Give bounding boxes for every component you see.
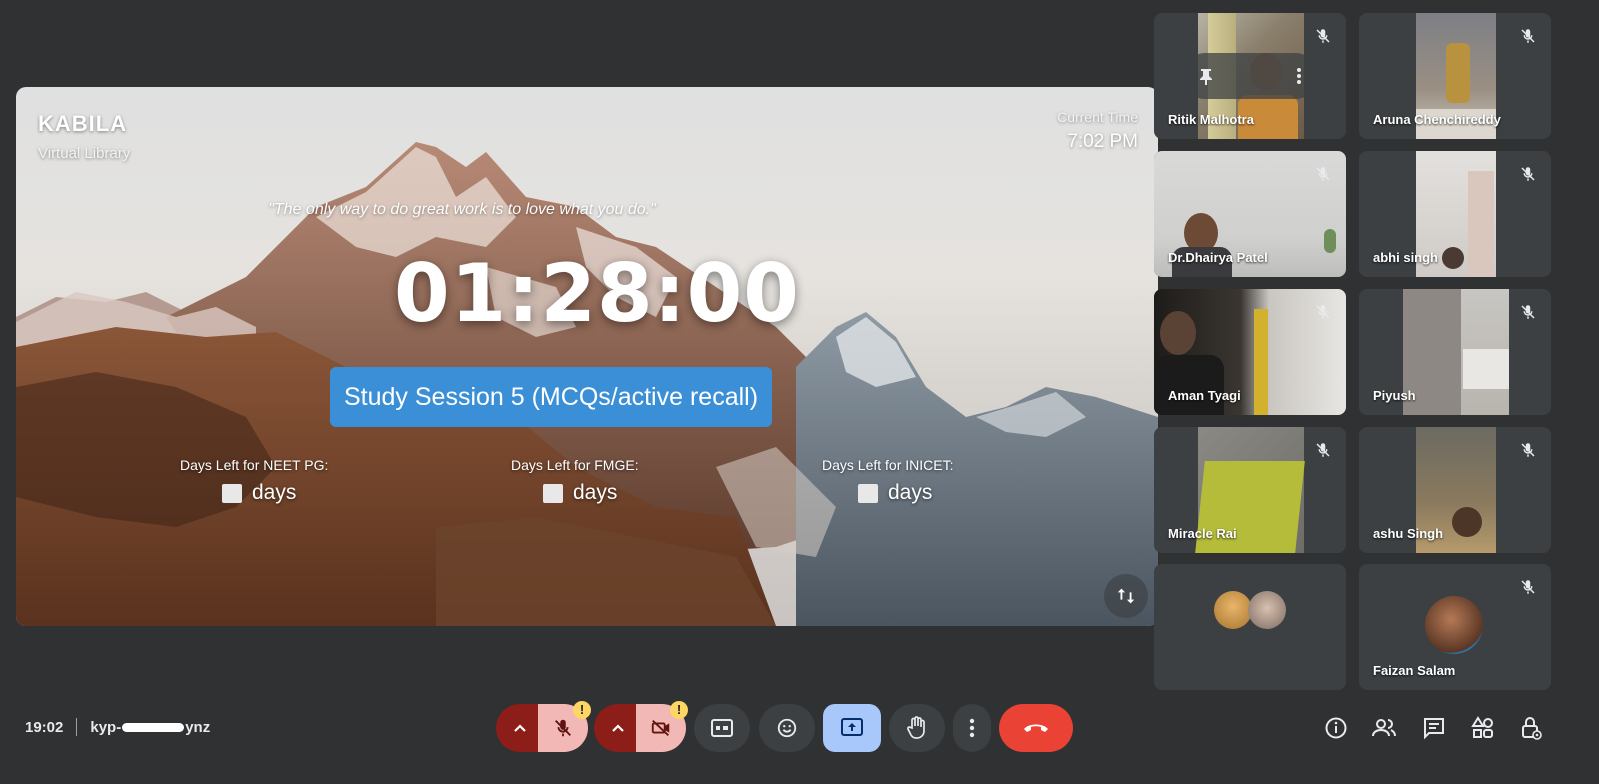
more-vert-icon[interactable] (1296, 67, 1302, 85)
participant-tile-ashu[interactable]: ashu Singh (1359, 427, 1551, 553)
brand-subtitle: Virtual Library (38, 145, 131, 162)
redaction-scribble (122, 723, 185, 733)
participant-tile-piyush[interactable]: Piyush (1359, 289, 1551, 415)
mic-off-icon (1316, 305, 1330, 319)
participant-tile-dhairya[interactable]: Dr.Dhairya Patel (1154, 151, 1346, 277)
days-value-placeholder (222, 483, 242, 503)
mic-off-icon (1316, 443, 1330, 457)
participant-name: abhi singh (1373, 250, 1438, 265)
participant-tile-others[interactable] (1154, 564, 1346, 690)
participant-name: Dr.Dhairya Patel (1168, 250, 1268, 265)
brand-name: KABILA (38, 111, 128, 136)
days-unit: days (252, 481, 297, 504)
participant-name: ashu Singh (1373, 526, 1444, 541)
local-time: 19:02 (25, 718, 64, 736)
avatar (1248, 591, 1286, 629)
mountain-background (16, 142, 1158, 626)
mic-off-icon (1316, 167, 1330, 181)
swap-layout-button[interactable] (1104, 574, 1148, 618)
current-time-label: Current Time (1057, 109, 1138, 125)
raise-hand-icon (907, 716, 925, 739)
mic-off-icon (1521, 29, 1535, 43)
participant-tile-ritik[interactable]: Ritik Malhotra (1154, 13, 1346, 139)
days-value-placeholder (543, 483, 563, 503)
mic-off-icon (1521, 167, 1535, 181)
activities-icon (1471, 716, 1493, 738)
people-button[interactable] (1368, 712, 1400, 744)
meeting-details: 19:02 kyp-ynz (25, 718, 210, 736)
meeting-details-button[interactable] (1320, 712, 1352, 744)
mic-warning-badge: ! (573, 701, 591, 719)
countdown-neet-pg: Days Left for NEET PG: days (180, 457, 328, 505)
countdown-label: Days Left for NEET PG: (180, 457, 329, 473)
leave-call-button[interactable] (999, 704, 1073, 752)
participant-name: Ritik Malhotra (1168, 112, 1254, 127)
mic-off-icon (1521, 305, 1535, 319)
motivational-quote: "The only way to do great work is to lov… (268, 201, 656, 218)
countdown-fmge: Days Left for FMGE: days (511, 457, 639, 505)
activities-button[interactable] (1467, 712, 1499, 744)
session-label: Study Session 5 (MCQs/active recall) (330, 367, 773, 427)
participant-name: Aruna Chenchireddy (1373, 112, 1501, 127)
divider (76, 718, 78, 736)
chevron-up-icon (612, 724, 624, 732)
reactions-button[interactable] (759, 704, 815, 752)
participant-name: Piyush (1373, 388, 1416, 403)
current-time-block: Current Time 7:02 PM (1057, 109, 1138, 153)
mic-off-icon (555, 719, 571, 737)
participant-video (1403, 289, 1509, 415)
participant-name: Faizan Salam (1373, 663, 1456, 678)
current-time-value: 7:02 PM (1067, 131, 1138, 152)
info-icon (1325, 717, 1347, 739)
swap-icon (1117, 588, 1135, 604)
host-controls-button[interactable] (1515, 712, 1547, 744)
participant-name: Miracle Rai (1168, 526, 1237, 541)
tile-hover-controls (1182, 53, 1318, 99)
meeting-code[interactable]: kyp-ynz (90, 719, 210, 736)
captions-icon (711, 719, 733, 737)
session-timer: 01:28:00 (394, 247, 800, 340)
pin-icon[interactable] (1198, 67, 1214, 85)
call-end-icon (1024, 724, 1048, 732)
countdown-label: Days Left for INICET: (822, 457, 954, 473)
mic-off-icon (1316, 29, 1330, 43)
countdown-inicet: Days Left for INICET: days (822, 457, 953, 505)
countdown-label: Days Left for FMGE: (511, 457, 639, 473)
days-unit: days (888, 481, 933, 504)
more-vert-icon (969, 718, 975, 738)
audio-options-button[interactable] (496, 704, 544, 752)
shared-screen: KABILA Virtual Library Current Time 7:02… (16, 87, 1158, 626)
raise-hand-button[interactable] (889, 704, 945, 752)
emoji-icon (777, 718, 797, 738)
days-unit: days (573, 481, 618, 504)
chat-icon (1424, 718, 1444, 740)
mic-off-icon (1521, 580, 1535, 594)
videocam-off-icon (651, 719, 670, 737)
present-icon (841, 718, 863, 736)
avatar (1214, 591, 1252, 629)
participant-tile-aman[interactable]: Aman Tyagi (1154, 289, 1346, 415)
mic-off-icon (1521, 443, 1535, 457)
avatar (1425, 596, 1483, 654)
more-options-button[interactable] (953, 704, 991, 752)
participant-tile-abhi[interactable]: abhi singh (1359, 151, 1551, 277)
days-value-placeholder (858, 483, 878, 503)
captions-button[interactable] (694, 704, 750, 752)
present-now-button[interactable] (823, 704, 881, 752)
participant-tile-faizan[interactable]: Faizan Salam (1359, 564, 1551, 690)
people-icon (1372, 719, 1396, 737)
chevron-up-icon (514, 724, 526, 732)
participant-tile-aruna[interactable]: Aruna Chenchireddy (1359, 13, 1551, 139)
host-controls-icon (1522, 717, 1542, 740)
camera-warning-badge: ! (670, 701, 688, 719)
participant-tile-miracle[interactable]: Miracle Rai (1154, 427, 1346, 553)
participant-name: Aman Tyagi (1168, 388, 1241, 403)
video-options-button[interactable] (594, 704, 642, 752)
brand-block: KABILA Virtual Library (38, 111, 130, 162)
chat-button[interactable] (1418, 712, 1450, 744)
